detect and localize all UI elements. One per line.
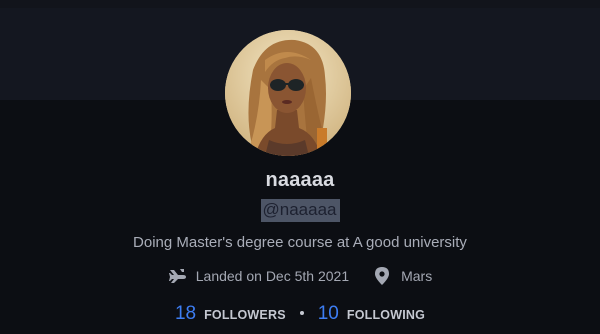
followers-count: 18 — [174, 303, 197, 324]
profile-meta: Landed on Dec 5th 2021 Mars — [0, 267, 600, 285]
landed-date: Landed on Dec 5th 2021 — [168, 267, 349, 285]
profile-stats: 18 FOLLOWERS 10 FOLLOWING — [0, 303, 600, 325]
profile-name: naaaaa — [265, 169, 335, 191]
following-label: FOLLOWING — [346, 308, 426, 322]
following-count: 10 — [317, 303, 339, 324]
profile-handle: @naaaaa — [260, 199, 340, 222]
location: Mars — [375, 267, 432, 285]
profile-bio: Doing Master's degree course at A good u… — [133, 234, 467, 251]
followers-link[interactable]: 18 FOLLOWERS — [175, 303, 286, 325]
top-bar — [0, 0, 600, 8]
location-text: Mars — [401, 268, 433, 284]
avatar[interactable] — [225, 30, 351, 156]
stats-separator — [299, 311, 304, 315]
handle-container: @naaaaa — [0, 199, 600, 222]
followers-label: FOLLOWERS — [204, 308, 286, 322]
location-pin-icon — [375, 267, 390, 285]
landing-icon — [168, 269, 186, 283]
avatar-image — [225, 30, 351, 156]
landed-text: Landed on Dec 5th 2021 — [195, 268, 350, 284]
following-link[interactable]: 10 FOLLOWING — [318, 303, 425, 325]
